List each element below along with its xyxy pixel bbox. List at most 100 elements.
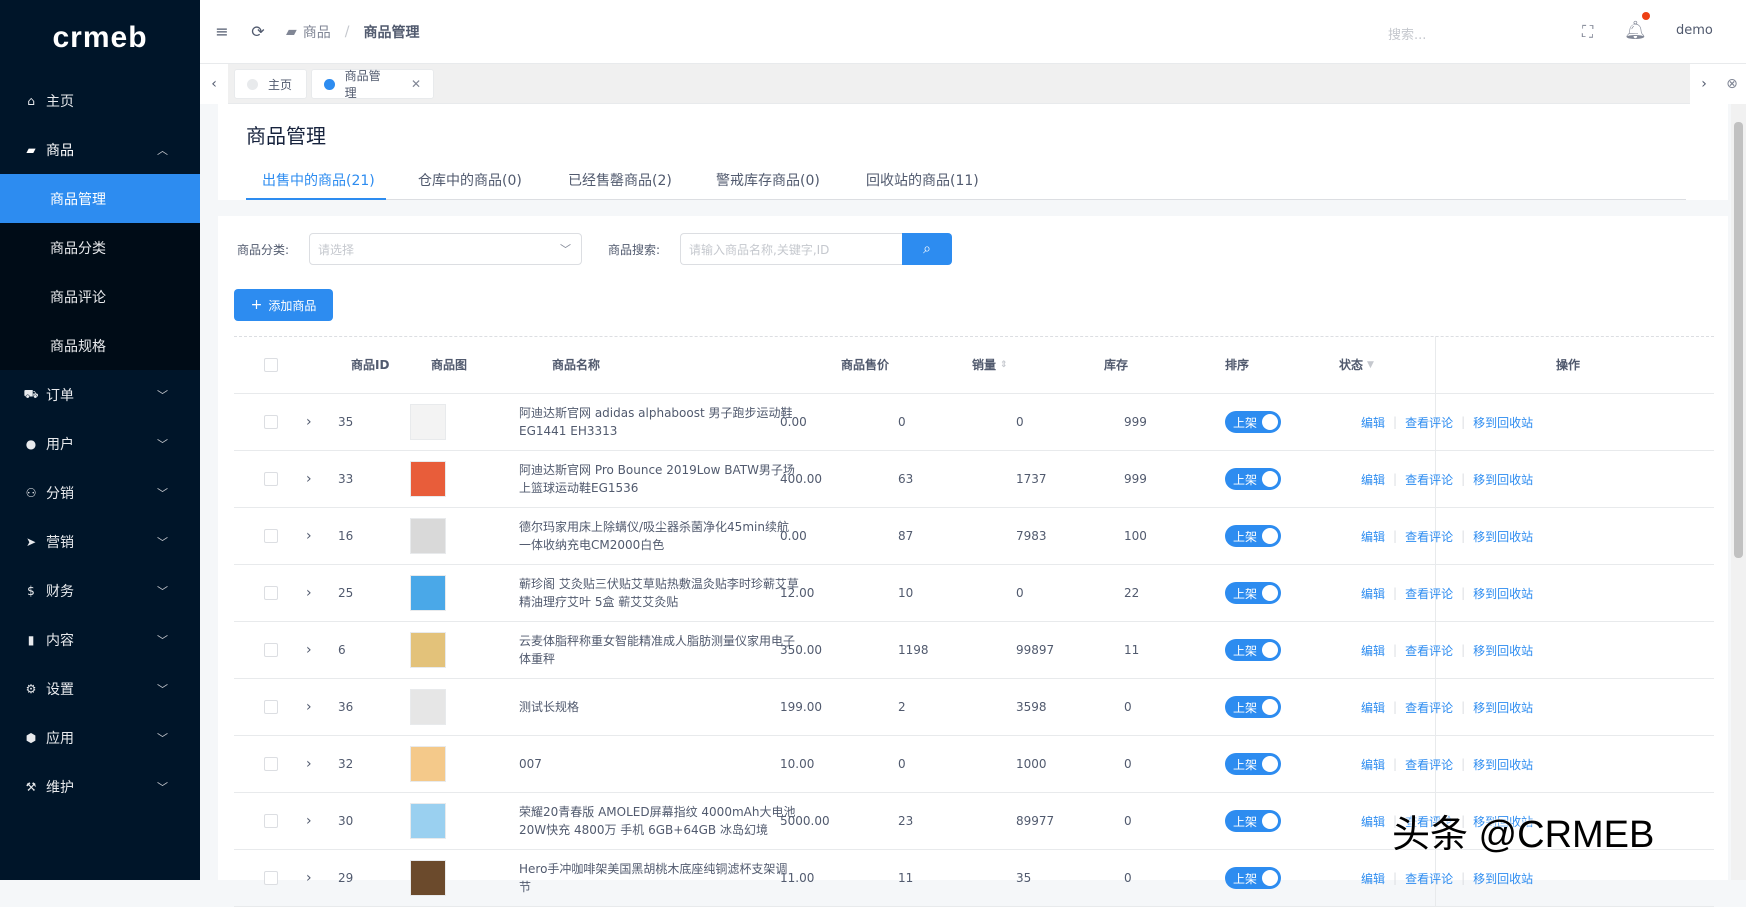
product-image[interactable] (410, 404, 446, 440)
expand-row-icon[interactable]: › (306, 793, 312, 849)
search-button[interactable]: ⌕ (902, 233, 952, 265)
sidebar-item-maintenance[interactable]: ⚒ 维护 ﹀ (0, 762, 200, 811)
edit-link[interactable]: 编辑 (1361, 585, 1385, 602)
close-icon[interactable]: ✕ (411, 77, 421, 91)
product-image[interactable] (410, 461, 446, 497)
row-checkbox[interactable] (264, 415, 278, 429)
expand-row-icon[interactable]: › (306, 850, 312, 906)
sidebar-item-products[interactable]: ▰ 商品 ︿ (0, 125, 200, 174)
view-reviews-link[interactable]: 查看评论 (1405, 585, 1453, 602)
tab-product-management[interactable]: 商品管理 ✕ (311, 69, 434, 100)
sort-icon[interactable]: ⇕ (1000, 360, 1008, 370)
sidebar-item-apps[interactable]: ⬢ 应用 ﹀ (0, 713, 200, 762)
sidebar-subitem-product-category[interactable]: 商品分类 (0, 223, 200, 272)
row-checkbox[interactable] (264, 700, 278, 714)
row-checkbox[interactable] (264, 586, 278, 600)
tab-sold-out[interactable]: 已经售罄商品(2) (568, 170, 672, 190)
status-toggle[interactable]: 上架 (1225, 810, 1281, 832)
view-reviews-link[interactable]: 查看评论 (1405, 414, 1453, 431)
tabs-scroll-left-icon[interactable]: ‹ (200, 64, 228, 104)
refresh-icon[interactable]: ⟳ (248, 22, 268, 41)
header-sales[interactable]: 销量 ⇕ (972, 336, 1008, 393)
view-reviews-link[interactable]: 查看评论 (1405, 642, 1453, 659)
expand-row-icon[interactable]: › (306, 508, 312, 564)
tab-on-sale[interactable]: 出售中的商品(21) (262, 170, 375, 190)
view-reviews-link[interactable]: 查看评论 (1405, 699, 1453, 716)
breadcrumb-item[interactable]: 商品 (303, 22, 331, 42)
category-select[interactable]: 请选择 ﹀ (309, 233, 582, 265)
view-reviews-link[interactable]: 查看评论 (1405, 471, 1453, 488)
logo[interactable]: crmeb (0, 0, 200, 76)
move-to-recycle-link[interactable]: 移到回收站 (1473, 471, 1533, 488)
fullscreen-icon[interactable]: ⛶ (1582, 22, 1593, 42)
close-all-tabs-icon[interactable]: ⊗ (1718, 64, 1746, 104)
expand-row-icon[interactable]: › (306, 565, 312, 621)
user-menu[interactable]: demo (1676, 23, 1713, 38)
edit-link[interactable]: 编辑 (1361, 699, 1385, 716)
move-to-recycle-link[interactable]: 移到回收站 (1473, 528, 1533, 545)
status-toggle[interactable]: 上架 (1225, 696, 1281, 718)
product-image[interactable] (410, 860, 446, 896)
sidebar-item-home[interactable]: ⌂ 主页 (0, 76, 200, 125)
move-to-recycle-link[interactable]: 移到回收站 (1473, 414, 1533, 431)
sidebar-subitem-product-reviews[interactable]: 商品评论 (0, 272, 200, 321)
row-checkbox[interactable] (264, 529, 278, 543)
tab-warehouse[interactable]: 仓库中的商品(0) (418, 170, 522, 190)
sidebar-subitem-product-specs[interactable]: 商品规格 (0, 321, 200, 370)
move-to-recycle-link[interactable]: 移到回收站 (1473, 870, 1533, 887)
move-to-recycle-link[interactable]: 移到回收站 (1473, 756, 1533, 773)
tab-recycle-bin[interactable]: 回收站的商品(11) (866, 170, 979, 190)
edit-link[interactable]: 编辑 (1361, 528, 1385, 545)
expand-row-icon[interactable]: › (306, 394, 312, 450)
sidebar-item-distribution[interactable]: ⚇ 分销 ﹀ (0, 468, 200, 517)
tabs-scroll-right-icon[interactable]: › (1690, 64, 1718, 104)
row-checkbox[interactable] (264, 643, 278, 657)
product-image[interactable] (410, 575, 446, 611)
sidebar-item-settings[interactable]: ⚙ 设置 ﹀ (0, 664, 200, 713)
select-all-checkbox[interactable] (264, 357, 278, 372)
move-to-recycle-link[interactable]: 移到回收站 (1473, 585, 1533, 602)
expand-row-icon[interactable]: › (306, 451, 312, 507)
status-toggle[interactable]: 上架 (1225, 411, 1281, 433)
tab-home[interactable]: 主页 (234, 69, 307, 99)
status-toggle[interactable]: 上架 (1225, 468, 1281, 490)
status-toggle[interactable]: 上架 (1225, 639, 1281, 661)
edit-link[interactable]: 编辑 (1361, 642, 1385, 659)
bell-icon[interactable]: 🔔︎ (1624, 20, 1647, 41)
add-product-button[interactable]: + 添加商品 (234, 289, 333, 321)
sidebar-item-content[interactable]: ▮ 内容 ﹀ (0, 615, 200, 664)
row-checkbox[interactable] (264, 757, 278, 771)
sidebar-item-marketing[interactable]: ➤ 营销 ﹀ (0, 517, 200, 566)
sidebar-item-users[interactable]: ● 用户 ﹀ (0, 419, 200, 468)
view-reviews-link[interactable]: 查看评论 (1405, 870, 1453, 887)
edit-link[interactable]: 编辑 (1361, 414, 1385, 431)
status-toggle[interactable]: 上架 (1225, 867, 1281, 889)
product-image[interactable] (410, 518, 446, 554)
expand-row-icon[interactable]: › (306, 622, 312, 678)
product-image[interactable] (410, 689, 446, 725)
product-image[interactable] (410, 746, 446, 782)
sidebar-subitem-product-management[interactable]: 商品管理 (0, 174, 200, 223)
row-checkbox[interactable] (264, 472, 278, 486)
edit-link[interactable]: 编辑 (1361, 870, 1385, 887)
product-search-input[interactable]: 请输入商品名称,关键字,ID (680, 233, 904, 265)
product-image[interactable] (410, 803, 446, 839)
status-toggle[interactable]: 上架 (1225, 525, 1281, 547)
edit-link[interactable]: 编辑 (1361, 471, 1385, 488)
move-to-recycle-link[interactable]: 移到回收站 (1473, 642, 1533, 659)
view-reviews-link[interactable]: 查看评论 (1405, 756, 1453, 773)
status-toggle[interactable]: 上架 (1225, 582, 1281, 604)
sidebar-item-orders[interactable]: ⛟ 订单 ﹀ (0, 370, 200, 419)
edit-link[interactable]: 编辑 (1361, 813, 1385, 830)
page-scrollbar[interactable] (1731, 104, 1746, 880)
view-reviews-link[interactable]: 查看评论 (1405, 528, 1453, 545)
status-toggle[interactable]: 上架 (1225, 753, 1281, 775)
header-search-input[interactable]: 搜索... (1388, 24, 1426, 43)
row-checkbox[interactable] (264, 814, 278, 828)
move-to-recycle-link[interactable]: 移到回收站 (1473, 699, 1533, 716)
edit-link[interactable]: 编辑 (1361, 756, 1385, 773)
expand-row-icon[interactable]: › (306, 736, 312, 792)
filter-icon[interactable]: ▼ (1367, 360, 1374, 370)
row-checkbox[interactable] (264, 871, 278, 885)
scrollbar-thumb[interactable] (1734, 122, 1743, 558)
